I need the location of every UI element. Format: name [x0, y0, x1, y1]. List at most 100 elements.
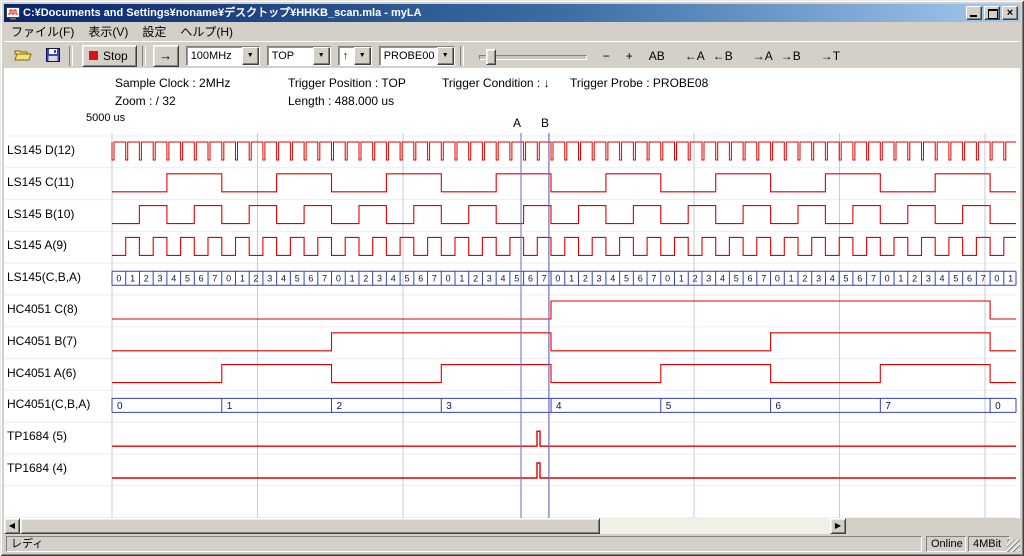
bus-value: 2 [583, 274, 588, 284]
bus-value: 2 [802, 274, 807, 284]
goto-trigger-button[interactable]: →T [817, 47, 844, 65]
bus-value: 1 [130, 274, 135, 284]
open-button[interactable] [10, 45, 36, 67]
trigger-position-combo[interactable]: TOP ▼ [267, 46, 331, 66]
window-controls: × [966, 6, 1018, 20]
goto-cursor-b-button[interactable]: ←B [709, 47, 737, 65]
bus-value: 4 [610, 274, 615, 284]
status-online: Online [926, 536, 966, 552]
bus-value: 5 [844, 274, 849, 284]
maximize-icon [988, 9, 998, 19]
menu-settings[interactable]: 設定 [135, 21, 173, 42]
bus-value: 6 [967, 274, 972, 284]
bus-value: 2 [912, 274, 917, 284]
slider-handle[interactable] [486, 49, 496, 65]
dropdown-arrow-icon[interactable]: ▼ [437, 47, 454, 65]
bus-value: 2 [254, 274, 259, 284]
channel-label: HC4051 A(6) [7, 366, 76, 380]
bus-value: 4 [940, 274, 945, 284]
channel-label: LS145 A(9) [7, 238, 67, 252]
menu-help[interactable]: ヘルプ(H) [173, 21, 240, 42]
channel-label: LS145(C,B,A) [7, 270, 81, 284]
toolbar-separator [460, 46, 464, 66]
bus-value: 3 [446, 401, 452, 412]
save-button[interactable] [42, 45, 64, 67]
strobe-wave [112, 142, 1016, 160]
menu-file[interactable]: ファイル(F) [4, 21, 81, 42]
trigger-probe-info: Trigger Probe : PROBE08 [570, 76, 708, 90]
bus-value: 2 [337, 401, 343, 412]
minimize-icon [970, 15, 977, 17]
minimize-button[interactable] [966, 6, 982, 20]
channel-label: LS145 C(11) [7, 175, 74, 189]
bus-value: 6 [528, 274, 533, 284]
trigger-probe-combo[interactable]: PROBE00 ▼ [379, 46, 455, 66]
bus-value: 0 [446, 274, 451, 284]
status-memory: 4MBit [968, 536, 1010, 552]
open-folder-icon [14, 48, 32, 61]
set-cursor-b-button[interactable]: →B [777, 47, 805, 65]
channel-label: HC4051(C,B,A) [7, 397, 90, 411]
bus-value: 5 [514, 274, 519, 284]
dropdown-arrow-icon[interactable]: ▼ [242, 47, 259, 65]
bus-value: 5 [404, 274, 409, 284]
bus-value: 7 [981, 274, 986, 284]
bus-value: 0 [226, 274, 231, 284]
trigger-edge-combo[interactable]: ↑ ▼ [338, 46, 372, 66]
bus-value: 1 [350, 274, 355, 284]
bus-value: 1 [227, 401, 233, 412]
horizontal-scrollbar[interactable]: ◀ ▶ [4, 518, 846, 534]
close-button[interactable]: × [1002, 6, 1018, 20]
zoom-out-button[interactable]: − [599, 47, 614, 65]
digital-wave [112, 174, 1016, 192]
channel-label: HC4051 C(8) [7, 302, 78, 316]
set-cursor-a-button[interactable]: →A [749, 47, 777, 65]
bus-value: 3 [926, 274, 931, 284]
bus-value: 4 [281, 274, 286, 284]
digital-wave [112, 333, 1016, 351]
bus-value: 3 [377, 274, 382, 284]
bus-value: 6 [776, 401, 782, 412]
bus-value: 4 [391, 274, 396, 284]
bus-value: 7 [542, 274, 547, 284]
stop-button[interactable]: Stop [82, 45, 137, 67]
zoom-slider[interactable] [479, 46, 587, 66]
bus-value: 7 [322, 274, 327, 284]
waveform-canvas[interactable]: 0123456701234567012345670123456701234567… [4, 133, 1018, 518]
bus-value: 0 [555, 274, 560, 284]
bus-value: 0 [116, 274, 121, 284]
bus-value: 4 [830, 274, 835, 284]
bus-value: 1 [569, 274, 574, 284]
bus-value: 3 [267, 274, 272, 284]
bus-value: 4 [171, 274, 176, 284]
scroll-right-button[interactable]: ▶ [830, 518, 846, 534]
bus-value: 7 [212, 274, 217, 284]
goto-cursor-a-button[interactable]: ←A [681, 47, 709, 65]
bus-value: 2 [144, 274, 149, 284]
resize-grip[interactable] [1007, 539, 1020, 552]
bus-value: 6 [308, 274, 313, 284]
menu-bar: ファイル(F) 表示(V) 設定 ヘルプ(H) [4, 22, 1020, 42]
pulse-wave [112, 431, 1016, 446]
app-icon[interactable] [6, 6, 20, 20]
cursor-b-label: B [541, 116, 549, 130]
menu-view[interactable]: 表示(V) [81, 21, 135, 42]
zoom-in-button[interactable]: + [622, 47, 637, 65]
run-button[interactable]: → [153, 45, 179, 67]
scrollbar-thumb[interactable] [20, 518, 600, 534]
sample-clock-combo[interactable]: 100MHz ▼ [186, 46, 260, 66]
ab-range-button[interactable]: AB [645, 47, 669, 65]
bus-value: 3 [597, 274, 602, 284]
length-info: Length : 488.000 us [288, 94, 394, 108]
toolbar-separator [69, 46, 73, 66]
maximize-button[interactable] [984, 6, 1000, 20]
scroll-left-button[interactable]: ◀ [4, 518, 20, 534]
dropdown-arrow-icon[interactable]: ▼ [313, 47, 330, 65]
bus-value: 0 [995, 401, 1001, 412]
toolbar-separator [142, 46, 146, 66]
bus-value: 5 [624, 274, 629, 284]
bus-value: 6 [418, 274, 423, 284]
bus-value: 7 [651, 274, 656, 284]
dropdown-arrow-icon[interactable]: ▼ [354, 47, 371, 65]
trigger-position-info: Trigger Position : TOP [288, 76, 406, 90]
